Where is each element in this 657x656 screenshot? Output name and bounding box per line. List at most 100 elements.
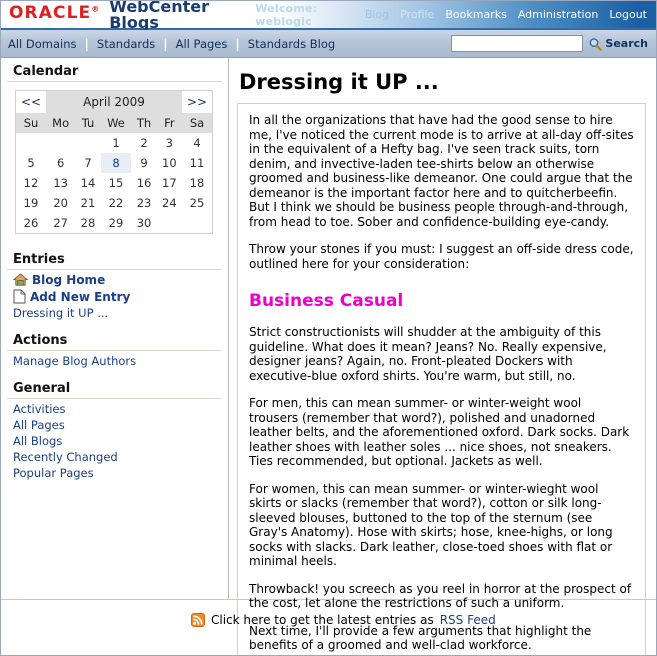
sidebar-general-list: Activities All Pages All Blogs Recently …: [7, 399, 222, 481]
sidebar-item-blog-home-label[interactable]: Blog Home: [32, 273, 105, 287]
sidebar-entry-item[interactable]: Dressing it UP ...: [7, 305, 222, 321]
breadcrumb: All Domains | Standards | All Pages | St…: [1, 37, 343, 51]
calendar-day[interactable]: 17: [157, 173, 182, 193]
calendar-day[interactable]: [75, 133, 100, 153]
topnav-link-logout[interactable]: Logout: [609, 8, 647, 21]
topnav-link-blog[interactable]: Blog: [365, 8, 389, 21]
page-root: ORACLE® WebCenter Blogs Welcome: weblogi…: [0, 0, 657, 656]
breadcrumb-all-pages[interactable]: All Pages: [168, 37, 236, 51]
post-paragraph: Throwback! you screech as you reel in ho…: [249, 581, 632, 611]
calendar-day[interactable]: 29: [101, 213, 132, 233]
welcome-label: Welcome: weblogic: [255, 1, 318, 28]
calendar-nav-row: << April 2009 >>: [16, 91, 212, 113]
calendar-prev-button[interactable]: <<: [16, 91, 46, 113]
calendar-weekday-sa: Sa: [182, 113, 212, 133]
calendar-day[interactable]: 6: [46, 153, 75, 173]
search-area: Search: [451, 35, 656, 52]
breadcrumb-standards-blog[interactable]: Standards Blog: [240, 37, 343, 51]
calendar-day[interactable]: 2: [131, 133, 156, 153]
calendar-day[interactable]: 14: [75, 173, 100, 193]
calendar-weekday-row: Su Mo Tu We Th Fr Sa: [16, 113, 212, 133]
calendar-week-row: 26 27 28 29 30: [16, 213, 212, 233]
calendar-day[interactable]: 26: [16, 213, 46, 233]
calendar-day-selected[interactable]: 8: [100, 153, 132, 173]
calendar-day[interactable]: 16: [131, 173, 156, 193]
sidebar-heading-general: General: [7, 375, 222, 399]
calendar-day[interactable]: 23: [131, 193, 156, 213]
sidebar-item-all-pages[interactable]: All Pages: [7, 417, 222, 433]
sidebar-item-all-blogs-label[interactable]: All Blogs: [13, 434, 62, 448]
calendar-day[interactable]: 5: [16, 153, 46, 173]
search-input[interactable]: [451, 35, 584, 52]
sidebar-item-all-blogs[interactable]: All Blogs: [7, 433, 222, 449]
calendar-day[interactable]: 3: [157, 133, 182, 153]
calendar-day[interactable]: [46, 133, 75, 153]
calendar-table: << April 2009 >> Su Mo Tu We Th Fr Sa 1 …: [16, 91, 212, 233]
calendar-weekday-fr: Fr: [156, 113, 182, 133]
calendar-widget: << April 2009 >> Su Mo Tu We Th Fr Sa 1 …: [15, 90, 213, 234]
sidebar-item-all-pages-label[interactable]: All Pages: [13, 418, 65, 432]
sidebar-entry-item-label[interactable]: Dressing it UP ...: [13, 306, 108, 320]
calendar-day[interactable]: 18: [182, 173, 212, 193]
sidebar-heading-calendar: Calendar: [7, 58, 222, 82]
post-body: In all the organizations that have had t…: [237, 103, 646, 655]
calendar-day[interactable]: [157, 213, 182, 233]
calendar-week-row: 12 13 14 15 16 17 18: [16, 173, 212, 193]
calendar-day[interactable]: 20: [46, 193, 75, 213]
topnav-link-administration[interactable]: Administration: [518, 8, 599, 21]
sidebar-item-activities-label[interactable]: Activities: [13, 402, 65, 416]
house-icon: [12, 273, 29, 287]
sidebar-item-manage-blog-authors[interactable]: Manage Blog Authors: [7, 353, 222, 369]
calendar-week-row: 1 2 3 4: [16, 133, 212, 153]
calendar-weekday-th: Th: [131, 113, 157, 133]
calendar-day[interactable]: 1: [101, 133, 132, 153]
calendar-day[interactable]: 22: [101, 193, 132, 213]
footer-text: Click here to get the latest entries as: [211, 613, 434, 627]
calendar-day[interactable]: [16, 133, 46, 153]
calendar-day[interactable]: 15: [101, 173, 132, 193]
post-paragraph: Next time, I'll provide a few arguments …: [249, 623, 592, 653]
search-button[interactable]: Search: [588, 37, 648, 51]
secondary-navigation: All Domains | Standards | All Pages | St…: [1, 30, 656, 58]
calendar-day[interactable]: 30: [131, 213, 156, 233]
calendar-weekday-tu: Tu: [75, 113, 101, 133]
rss-feed-link[interactable]: RSS Feed: [440, 613, 496, 627]
sidebar-item-recently-changed[interactable]: Recently Changed: [7, 449, 222, 465]
sidebar-item-activities[interactable]: Activities: [7, 401, 222, 417]
sidebar-item-recently-changed-label[interactable]: Recently Changed: [13, 450, 118, 464]
sidebar-item-blog-home[interactable]: Blog Home: [7, 272, 222, 288]
calendar-day[interactable]: 19: [16, 193, 46, 213]
calendar-day[interactable]: 27: [46, 213, 75, 233]
calendar-next-button[interactable]: >>: [182, 91, 212, 113]
calendar-day[interactable]: 21: [75, 193, 100, 213]
post-subheading: Business Casual: [249, 291, 404, 311]
main-layout: Calendar << April 2009 >> Su Mo Tu We Th…: [1, 58, 656, 655]
main-content: Dressing it UP ... In all the organizati…: [229, 58, 656, 655]
post-paragraph: For men, this can mean summer- or winter…: [249, 396, 630, 468]
calendar-day[interactable]: 7: [75, 153, 100, 173]
calendar-day[interactable]: 9: [131, 153, 156, 173]
post-paragraph: Strict constructionists will shudder at …: [249, 325, 607, 383]
calendar-day[interactable]: 25: [182, 193, 212, 213]
topnav-link-profile[interactable]: Profile: [400, 8, 434, 21]
oracle-trademark-icon: ®: [91, 4, 100, 14]
calendar-day[interactable]: 11: [182, 153, 212, 173]
calendar-day[interactable]: [182, 213, 212, 233]
calendar-day[interactable]: 4: [182, 133, 212, 153]
calendar-day[interactable]: 28: [75, 213, 100, 233]
calendar-day[interactable]: 13: [46, 173, 75, 193]
sidebar-item-add-new-entry-label[interactable]: Add New Entry: [30, 290, 130, 304]
breadcrumb-all-domains[interactable]: All Domains: [8, 37, 85, 51]
sidebar-item-popular-pages-label[interactable]: Popular Pages: [13, 466, 94, 480]
topnav-link-bookmarks[interactable]: Bookmarks: [445, 8, 506, 21]
post-paragraph: For women, this can mean summer- or wint…: [249, 481, 613, 569]
sidebar-item-add-new-entry[interactable]: Add New Entry: [7, 288, 222, 305]
sidebar-item-popular-pages[interactable]: Popular Pages: [7, 465, 222, 481]
calendar-day[interactable]: 10: [157, 153, 182, 173]
calendar-day[interactable]: 12: [16, 173, 46, 193]
sidebar: Calendar << April 2009 >> Su Mo Tu We Th…: [1, 58, 229, 599]
sidebar-item-manage-blog-authors-label[interactable]: Manage Blog Authors: [13, 354, 136, 368]
calendar-day[interactable]: 24: [157, 193, 182, 213]
breadcrumb-standards[interactable]: Standards: [89, 37, 163, 51]
app-title: WebCenter Blogs: [109, 0, 209, 32]
